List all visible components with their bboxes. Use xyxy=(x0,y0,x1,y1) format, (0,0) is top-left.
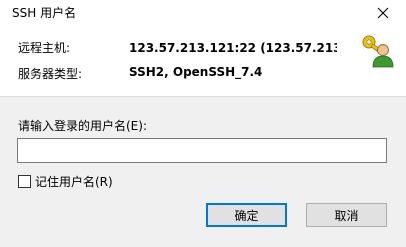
connection-info-panel xyxy=(0,26,406,96)
username-prompt: 请输入登录的用户名(E): xyxy=(18,119,147,133)
remember-username-checkbox[interactable] xyxy=(18,175,31,188)
keys-user-icon xyxy=(362,35,394,68)
server-type-label: 服务器类型: xyxy=(18,67,83,81)
username-input[interactable] xyxy=(17,138,387,163)
remote-host-label: 远程主机: xyxy=(18,41,71,55)
close-button[interactable] xyxy=(360,0,406,26)
remember-username-option[interactable]: 记住用户名(R) xyxy=(18,173,113,190)
cancel-button[interactable]: 取消 xyxy=(306,203,387,227)
title-bar[interactable]: SSH 用户名 xyxy=(0,0,406,26)
remote-host-value: 123.57.213.121:22 (123.57.213.121全 xyxy=(129,41,337,55)
close-icon xyxy=(377,7,389,19)
ok-button[interactable]: 确定 xyxy=(206,203,287,227)
window-title: SSH 用户名 xyxy=(12,6,77,20)
ssh-username-dialog: 9 0 1 2 3 4 5 6 4 SSH 用户名 远程主机: 123.57.2… xyxy=(0,0,406,247)
remember-username-label: 记住用户名(R) xyxy=(35,175,113,189)
server-type-value: SSH2, OpenSSH_7.4 xyxy=(129,65,263,79)
